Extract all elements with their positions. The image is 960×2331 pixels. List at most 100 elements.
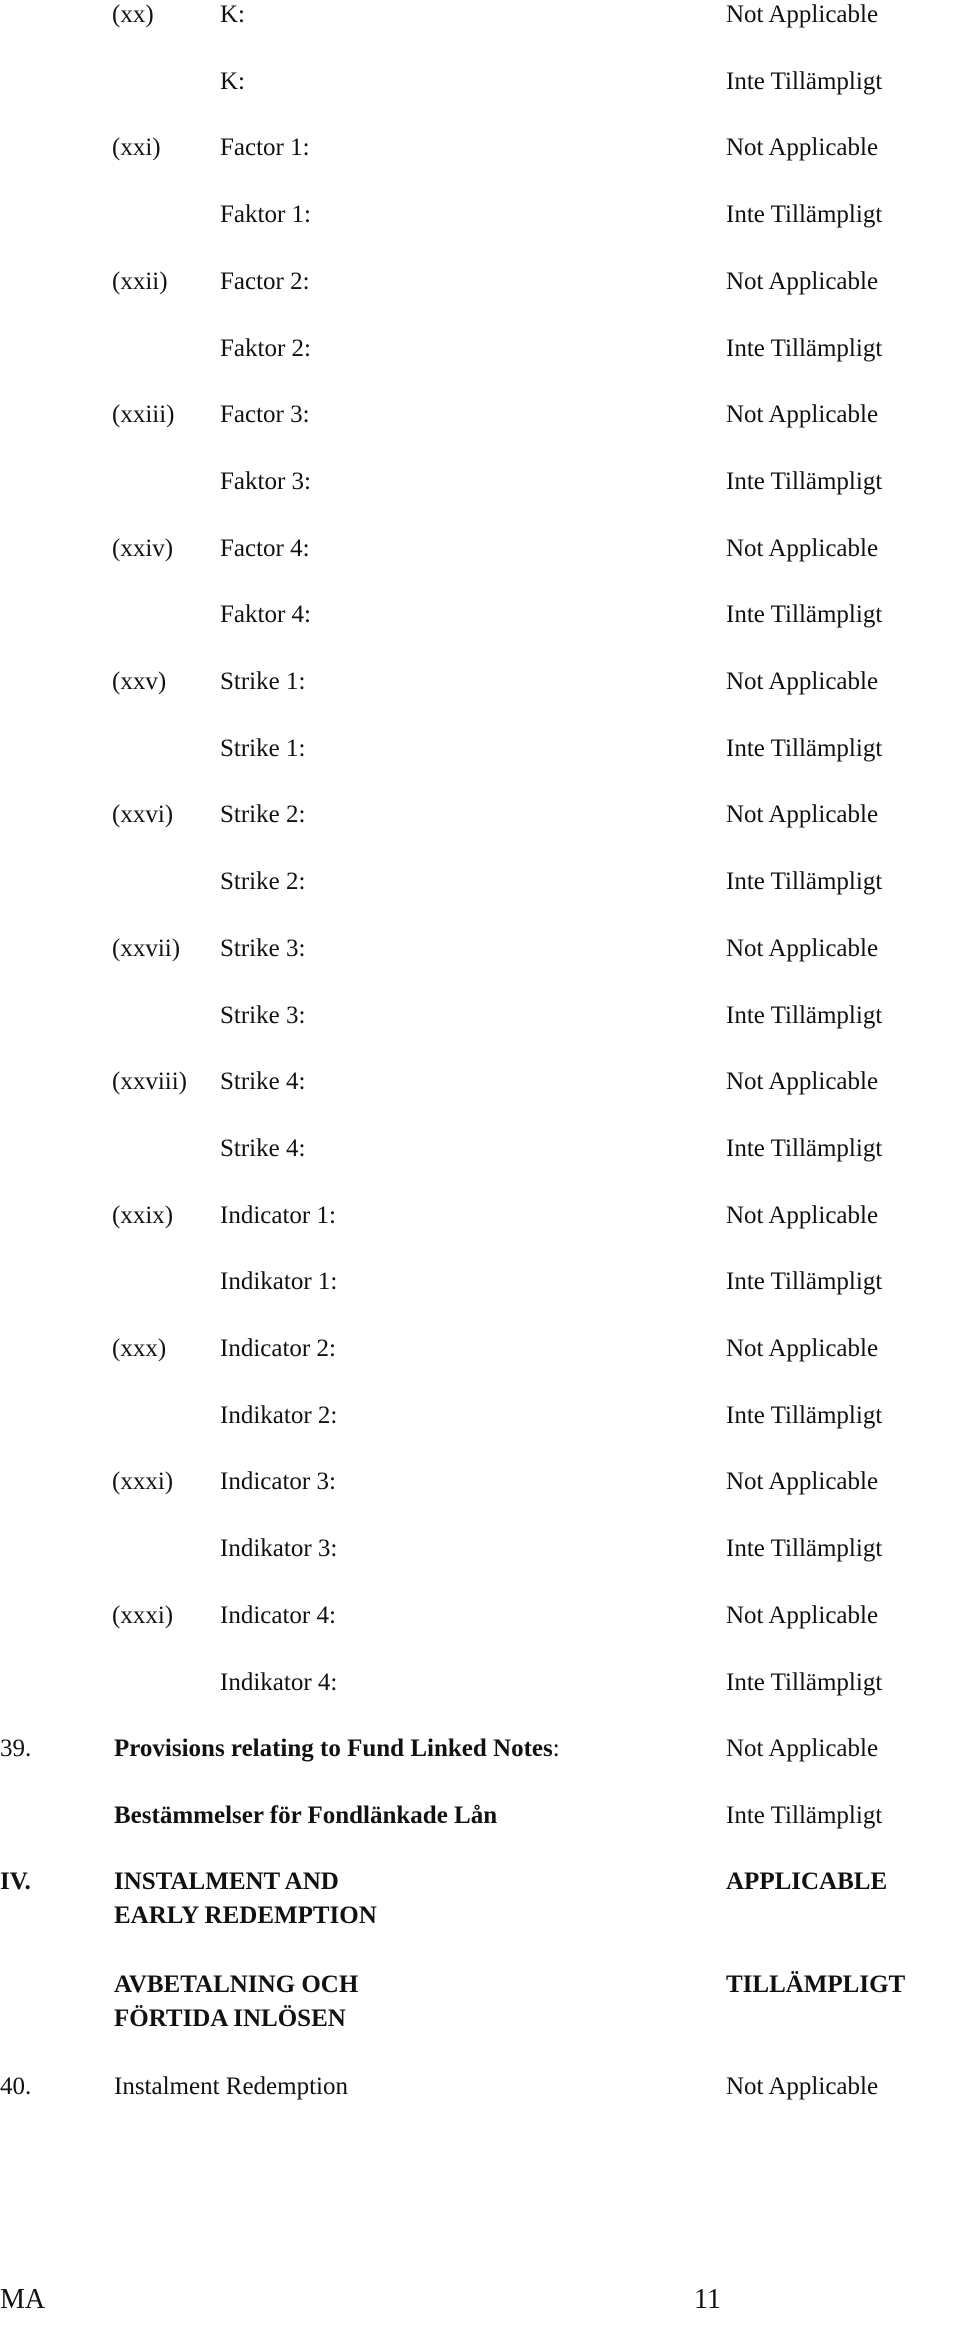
term-row-translation: Indikator 3: Inte Tillämpligt <box>0 1532 960 1566</box>
term-label: Factor 3: <box>220 401 310 429</box>
term-value: Not Applicable <box>726 801 879 829</box>
section-label: Instalment Redemption <box>114 2073 348 2100</box>
term-row-translation: Strike 3: Inte Tillämpligt <box>0 999 960 1033</box>
term-value: Inte Tillämpligt <box>726 201 883 229</box>
section-number: 39. <box>0 1735 32 1762</box>
term-value: Not Applicable <box>726 1601 879 1629</box>
term-value: Inte Tillämpligt <box>726 67 883 95</box>
term-label: Strike 2: <box>220 801 306 829</box>
term-row: (xxvii) Strike 3: Not Applicable <box>0 932 960 966</box>
term-label: Strike 3: <box>220 1001 306 1029</box>
term-row: (xxiv) Factor 4: Not Applicable <box>0 532 960 566</box>
term-row-translation: Faktor 1: Inte Tillämpligt <box>0 198 960 232</box>
section-value-sv: TILLÄMPLIGT <box>726 1971 906 1998</box>
term-label: Strike 3: <box>220 934 306 962</box>
section-iv-row: IV. INSTALMENT AND EARLY REDEMPTION APPL… <box>0 1865 960 1929</box>
term-value: Not Applicable <box>726 668 879 695</box>
term-row: (xxiii) Factor 3: Not Applicable <box>0 398 960 432</box>
section-iv-sv-row: AVBETALNING OCH FÖRTIDA INLÖSEN TILLÄMPL… <box>0 1968 960 2032</box>
section-heading-sv: AVBETALNING OCH FÖRTIDA INLÖSEN <box>114 1971 359 2032</box>
term-num: (xxv) <box>112 668 167 695</box>
section-number: 40. <box>0 2073 32 2100</box>
term-value: Not Applicable <box>726 1068 879 1096</box>
section-value: Not Applicable <box>726 1735 879 1762</box>
section-value: Not Applicable <box>726 2073 879 2100</box>
term-value: Inte Tillämpligt <box>726 1268 883 1296</box>
section-label: Provisions relating to Fund Linked Notes… <box>114 1732 560 1766</box>
term-value: Inte Tillämpligt <box>726 1134 883 1162</box>
page-number: 11 <box>694 2284 721 2315</box>
term-num: (xxviii) <box>112 1068 187 1096</box>
term-row-translation: Strike 4: Inte Tillämpligt <box>0 1132 960 1166</box>
term-num: (xxvii) <box>112 934 181 962</box>
term-label: Strike 2: <box>220 868 306 896</box>
term-row-translation: Strike 2: Inte Tillämpligt <box>0 865 960 899</box>
term-label: Indicator 2: <box>220 1335 336 1362</box>
term-value: Not Applicable <box>726 1468 879 1496</box>
term-value: Not Applicable <box>726 934 879 962</box>
term-value: Not Applicable <box>726 1201 879 1229</box>
term-row-translation: Indikator 4: Inte Tillämpligt <box>0 1666 960 1700</box>
footer-left-text: MA <box>0 2284 46 2315</box>
term-row: (xxviii) Strike 4: Not Applicable <box>0 1065 960 1099</box>
term-row: (xxxi) Indicator 3: Not Applicable <box>0 1465 960 1499</box>
term-row: (xxix) Indicator 1: Not Applicable <box>0 1199 960 1233</box>
term-label: Strike 1: <box>220 668 306 695</box>
term-num: (xxii) <box>112 267 168 295</box>
term-label: Indicator 4: <box>220 1601 336 1629</box>
term-value: Inte Tillämpligt <box>726 1535 883 1563</box>
term-label: Strike 4: <box>220 1068 306 1096</box>
term-label: Factor 2: <box>220 267 310 295</box>
term-value: Not Applicable <box>726 134 879 162</box>
term-value: Inte Tillämpligt <box>726 1401 883 1429</box>
term-value: Inte Tillämpligt <box>726 868 883 896</box>
term-row: (xx) K: Not Applicable <box>0 0 960 32</box>
term-value: Not Applicable <box>726 267 879 295</box>
term-row: (xxx) Indicator 2: Not Applicable <box>0 1332 960 1366</box>
term-label: Strike 1: <box>220 734 306 762</box>
term-num: (xxvi) <box>112 801 174 829</box>
term-value: Not Applicable <box>726 1335 879 1362</box>
term-row: (xxxi) Indicator 4: Not Applicable <box>0 1599 960 1633</box>
term-label: Indicator 3: <box>220 1468 336 1496</box>
section-heading: INSTALMENT AND EARLY REDEMPTION <box>114 1868 377 1929</box>
term-label: Faktor 1: <box>220 201 311 229</box>
term-value: Not Applicable <box>726 401 879 429</box>
term-value: Inte Tillämpligt <box>726 1001 883 1029</box>
section-label-text: Provisions relating to Fund Linked Notes <box>114 1735 553 1762</box>
term-value: Not Applicable <box>726 1 879 28</box>
term-label: Indicator 1: <box>220 1201 336 1229</box>
term-num: (xxxi) <box>112 1601 174 1629</box>
term-label: Indikator 1: <box>220 1268 338 1296</box>
section-value: APPLICABLE <box>726 1868 888 1895</box>
term-label: K: <box>220 67 245 95</box>
term-row-translation: Indikator 2: Inte Tillämpligt <box>0 1399 960 1433</box>
term-row: (xxii) Factor 2: Not Applicable <box>0 265 960 299</box>
term-num: (xx) <box>112 1 154 28</box>
term-num: (xxiv) <box>112 534 174 562</box>
term-num: (xxx) <box>112 1335 167 1362</box>
term-row-translation: Faktor 4: Inte Tillämpligt <box>0 598 960 632</box>
term-label: Indikator 2: <box>220 1401 338 1429</box>
section-39-row: 39. Provisions relating to Fund Linked N… <box>0 1732 960 1766</box>
term-label: Faktor 4: <box>220 601 311 629</box>
term-num: (xxiii) <box>112 401 175 429</box>
term-value: Inte Tillämpligt <box>726 467 883 495</box>
term-value: Inte Tillämpligt <box>726 734 883 762</box>
term-label: Factor 4: <box>220 534 310 562</box>
term-value: Inte Tillämpligt <box>726 334 883 362</box>
term-num: (xxix) <box>112 1201 174 1229</box>
term-label: K: <box>220 1 245 28</box>
section-39-sv-row: Bestämmelser för Fondlänkade Lån Inte Ti… <box>0 1799 960 1833</box>
term-label: Faktor 2: <box>220 334 311 362</box>
term-row-translation: Faktor 2: Inte Tillämpligt <box>0 332 960 366</box>
term-row: (xxi) Factor 1: Not Applicable <box>0 131 960 165</box>
term-row-translation: Indikator 1: Inte Tillämpligt <box>0 1265 960 1299</box>
section-value-sv: Inte Tillämpligt <box>726 1802 883 1829</box>
term-value: Inte Tillämpligt <box>726 1668 883 1696</box>
section-40-row: 40. Instalment Redemption Not Applicable <box>0 2070 960 2104</box>
term-row-translation: Strike 1: Inte Tillämpligt <box>0 732 960 766</box>
term-label: Indikator 4: <box>220 1668 338 1696</box>
term-num: (xxxi) <box>112 1468 174 1496</box>
term-row: (xxv) Strike 1: Not Applicable <box>0 665 960 699</box>
